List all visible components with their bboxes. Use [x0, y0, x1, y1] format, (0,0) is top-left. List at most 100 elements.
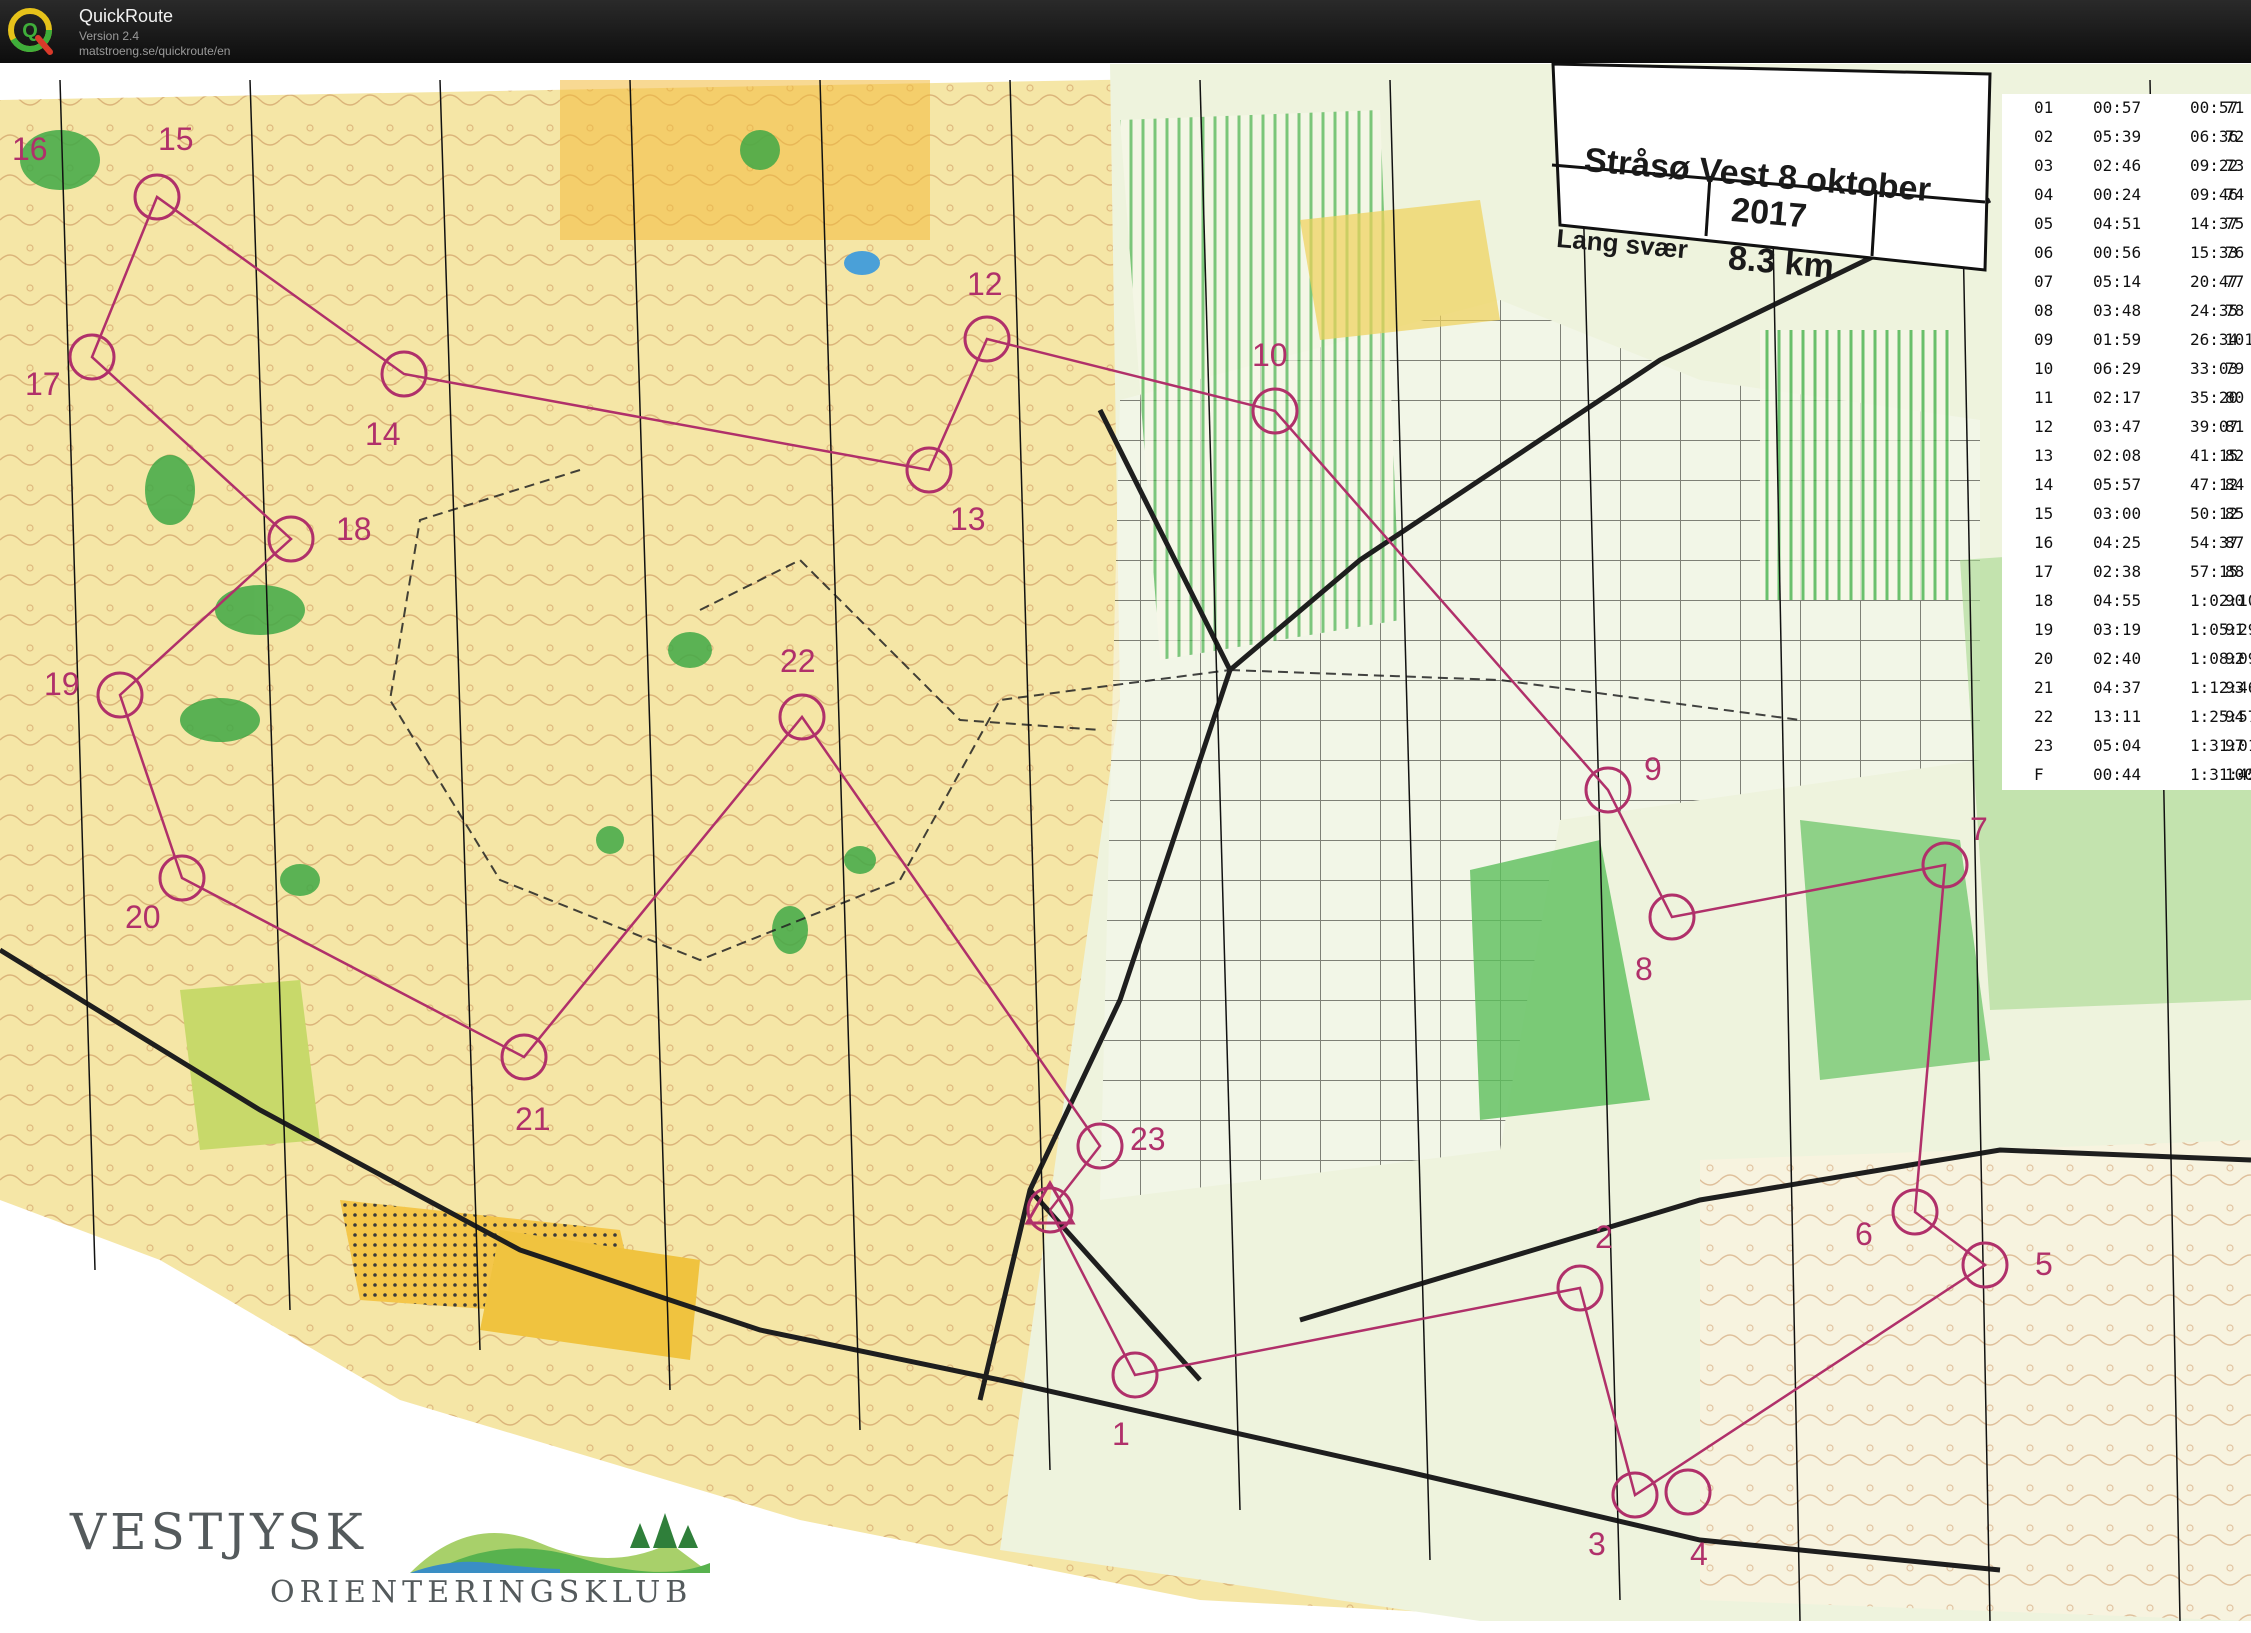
split-place: 79: [2225, 359, 2245, 378]
split-time: 00:44: [2093, 765, 2142, 784]
control-label: 9: [1644, 751, 1662, 787]
split-row: 03 02:46 09:22 73: [2002, 152, 2251, 180]
split-place: 82: [2225, 446, 2245, 465]
split-place: 91: [2225, 620, 2245, 639]
app-version: Version 2.4: [79, 29, 140, 43]
split-row: 01 00:57 00:57 71: [2002, 94, 2251, 122]
split-row: 15 03:00 50:12 85: [2002, 500, 2251, 528]
split-time: 04:55: [2093, 591, 2142, 610]
split-place: 84: [2225, 475, 2245, 494]
club-landscape-icon: [410, 1513, 710, 1573]
control-label: 8: [1635, 951, 1653, 987]
control-label: 22: [780, 643, 816, 679]
split-place: 100: [2225, 765, 2251, 784]
control-label: 3: [1588, 1526, 1606, 1562]
split-time: 04:37: [2093, 678, 2142, 697]
split-control: 10: [2034, 359, 2054, 378]
split-row: 21 04:37 1:12:46 93: [2002, 674, 2251, 702]
split-row: 06 00:56 15:33 76: [2002, 239, 2251, 267]
app-title: QuickRoute: [79, 6, 174, 26]
split-place: 77: [2225, 272, 2245, 291]
split-place: 78: [2225, 301, 2245, 320]
split-control: 13: [2034, 446, 2054, 465]
split-control: 04: [2034, 185, 2054, 204]
split-place: 81: [2225, 417, 2245, 436]
split-time: 03:00: [2093, 504, 2142, 523]
split-row: 05 04:51 14:37 75: [2002, 210, 2251, 238]
event-year: 2017: [1729, 191, 1809, 236]
split-row: 11 02:17 35:20 80: [2002, 384, 2251, 412]
split-place: 90: [2225, 591, 2245, 610]
club-name: VESTJYSK: [70, 1503, 367, 1561]
split-row: 19 03:19 1:05:29 91: [2002, 616, 2251, 644]
split-place: 85: [2225, 504, 2245, 523]
split-time: 05:57: [2093, 475, 2142, 494]
split-time: 04:51: [2093, 214, 2142, 233]
control-label: 1: [1112, 1416, 1130, 1452]
club-subtitle: ORIENTERINGSKLUB: [270, 1575, 693, 1610]
split-row: 17 02:38 57:15 88: [2002, 558, 2251, 586]
split-time: 06:29: [2093, 359, 2142, 378]
course-name: Lang svær: [1555, 223, 1689, 265]
split-row: 12 03:47 39:07 81: [2002, 413, 2251, 441]
control-label: 12: [967, 266, 1003, 302]
split-row: 14 05:57 47:12 84: [2002, 471, 2251, 499]
control-label: 16: [12, 131, 48, 167]
split-control: 21: [2034, 678, 2054, 697]
control-label: 15: [158, 121, 194, 157]
split-row: 04 00:24 09:46 74: [2002, 181, 2251, 209]
split-place: 71: [2225, 98, 2245, 117]
split-row: 02 05:39 06:36 72: [2002, 123, 2251, 151]
split-control: 07: [2034, 272, 2054, 291]
split-control: 14: [2034, 475, 2054, 494]
split-control: 11: [2034, 388, 2054, 407]
split-time: 03:48: [2093, 301, 2142, 320]
split-place: 88: [2225, 562, 2245, 581]
split-place: 97: [2225, 736, 2245, 755]
split-row: 13 02:08 41:15 82: [2002, 442, 2251, 470]
split-place: 73: [2225, 156, 2245, 175]
split-control: 05: [2034, 214, 2054, 233]
split-time: 02:40: [2093, 649, 2142, 668]
control-label: 17: [25, 366, 61, 402]
split-control: F: [2034, 765, 2044, 784]
split-place: 94: [2225, 707, 2245, 726]
club-logo: VESTJYSK ORIENTERINGSKLUB: [70, 1503, 710, 1633]
split-time: 03:19: [2093, 620, 2142, 639]
split-time: 05:39: [2093, 127, 2142, 146]
split-row: 10 06:29 33:03 79: [2002, 355, 2251, 383]
split-place: 74: [2225, 185, 2245, 204]
split-control: 06: [2034, 243, 2054, 262]
split-times-table: 01 00:57 00:57 71 02 05:39 06:36 72 03 02:46 09:22…: [2002, 94, 2251, 790]
split-time: 01:59: [2093, 330, 2142, 349]
split-control: 08: [2034, 301, 2054, 320]
split-time: 03:47: [2093, 417, 2142, 436]
split-place: 93: [2225, 678, 2245, 697]
split-time: 02:08: [2093, 446, 2142, 465]
split-control: 12: [2034, 417, 2054, 436]
course-title-box: Stråsø Vest 8 oktober 2017 Lang svær 8.3…: [1548, 127, 1990, 327]
control-label: 10: [1252, 337, 1288, 373]
control-label: 19: [44, 666, 80, 702]
split-row: 20 02:40 1:08:09 92: [2002, 645, 2251, 673]
control-label: 23: [1130, 1121, 1166, 1157]
split-row: 09 01:59 26:34 101: [2002, 326, 2251, 354]
split-place: 87: [2225, 533, 2245, 552]
split-control: 15: [2034, 504, 2054, 523]
control-label: 20: [125, 899, 161, 935]
split-place: 101: [2225, 330, 2251, 349]
quickroute-logo-icon: Q: [8, 8, 53, 55]
split-control: 23: [2034, 736, 2054, 755]
split-time: 02:46: [2093, 156, 2142, 175]
split-control: 20: [2034, 649, 2054, 668]
orienteering-map[interactable]: 1 2 3 4 5 6 7 8 9 10 12 13 14 15 16 17 1…: [0, 63, 2251, 1621]
control-label: 2: [1595, 1219, 1613, 1255]
control-label: 6: [1855, 1216, 1873, 1252]
split-control: 01: [2034, 98, 2054, 117]
svg-text:Q: Q: [22, 20, 38, 42]
split-control: 16: [2034, 533, 2054, 552]
split-control: 09: [2034, 330, 2054, 349]
split-time: 02:38: [2093, 562, 2142, 581]
split-place: 80: [2225, 388, 2245, 407]
split-time: 02:17: [2093, 388, 2142, 407]
